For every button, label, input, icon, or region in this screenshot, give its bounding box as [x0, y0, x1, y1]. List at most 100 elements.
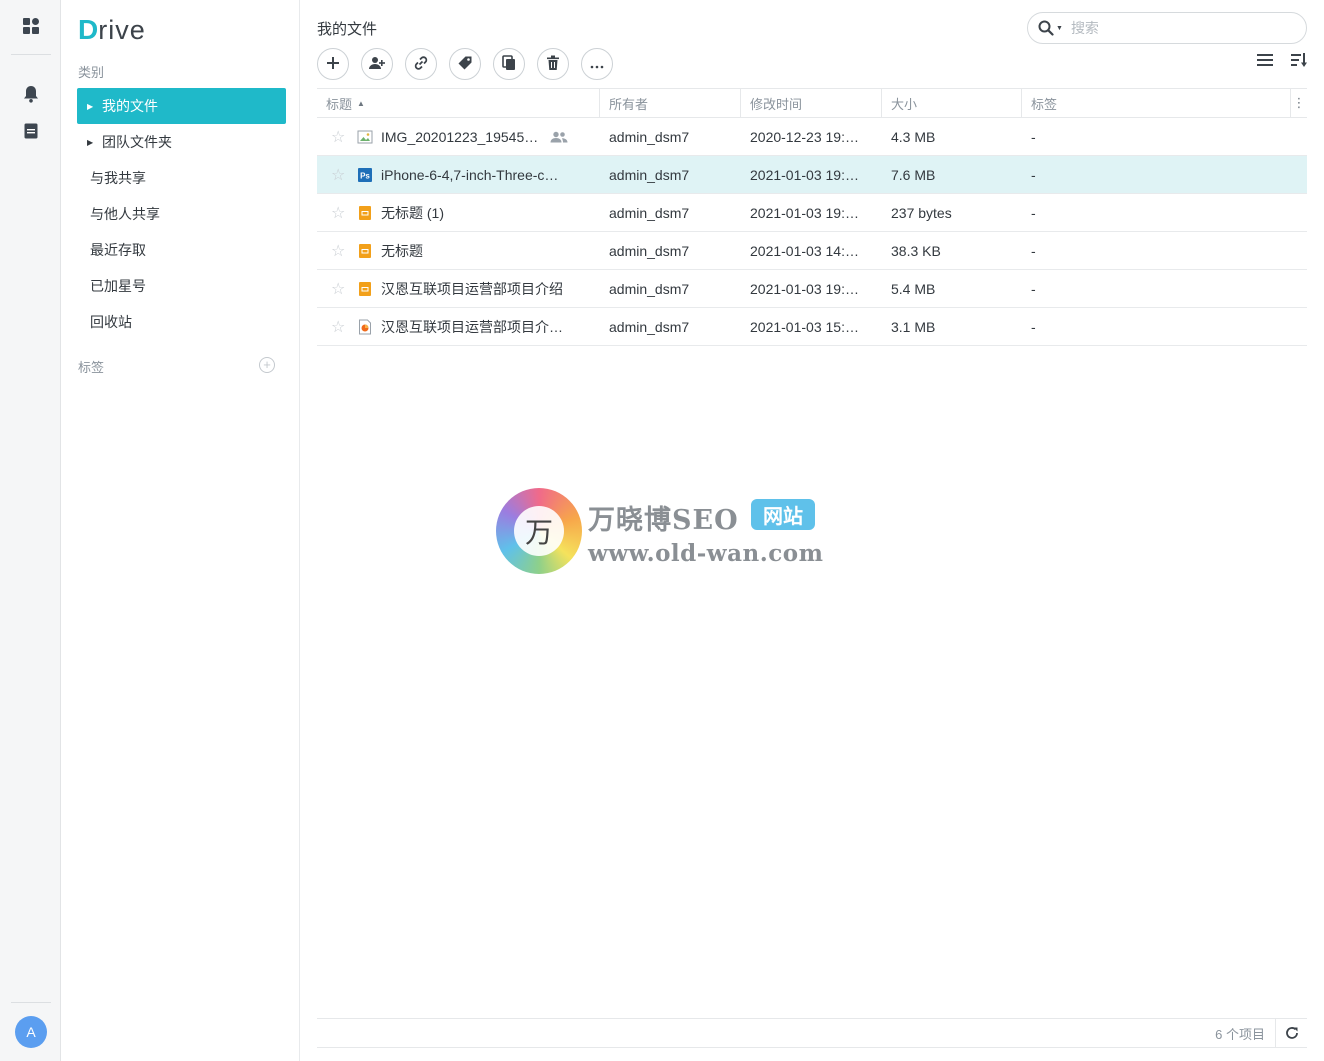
avatar[interactable]: A [15, 1016, 47, 1048]
sidebar-item-recent[interactable]: 最近存取 [77, 232, 286, 268]
search-box[interactable]: ▼ [1027, 12, 1307, 44]
modified-cell: 2021-01-03 19:… [741, 270, 882, 307]
table-row[interactable]: ☆ 汉恩互联项目运营部项目介… admin_dsm7 2021-01-03 15… [317, 308, 1307, 346]
file-name: 汉恩互联项目运营部项目介… [381, 318, 563, 335]
add-button[interactable] [317, 48, 349, 80]
title-cell: ☆ IMG_20201223_19545… [317, 118, 600, 155]
slides-file-icon [357, 243, 373, 259]
view-controls [1256, 52, 1308, 71]
column-label: 修改时间 [750, 96, 803, 112]
copy-icon [502, 54, 516, 74]
chevron-down-icon[interactable]: ▼ [1056, 25, 1063, 32]
sidebar-item-starred[interactable]: 已加星号 [77, 268, 286, 304]
column-header-modified[interactable]: 修改时间 [741, 89, 882, 117]
sidebar: Drive 类别 ▶ 我的文件 ▶ 团队文件夹 与我共享 与他人共享 最近存取 … [62, 0, 300, 1061]
rail-divider [11, 54, 51, 55]
sidebar-item-label: 与我共享 [90, 170, 146, 186]
slides-file-icon [357, 281, 373, 297]
owner-cell: admin_dsm7 [609, 166, 690, 183]
delete-icon [546, 55, 560, 74]
size-cell: 38.3 KB [891, 242, 941, 259]
delete-button[interactable] [537, 48, 569, 80]
status-bar: 6 个项目 [317, 1018, 1307, 1048]
file-name: 无标题 (1) [381, 204, 444, 221]
table-row[interactable]: ☆ IMG_20201223_19545… admin_dsm7 2020-12… [317, 118, 1307, 156]
table-row[interactable]: ☆ 无标题 admin_dsm7 2021-01-03 14:… 38.3 KB… [317, 232, 1307, 270]
watermark: 万 万晓博SEO 网站 www.old-wan.com [496, 488, 836, 578]
sort-icon[interactable] [1290, 52, 1308, 71]
sidebar-item-label: 最近存取 [90, 242, 146, 258]
share-button[interactable] [361, 48, 393, 80]
item-count: 6 个项目 [1215, 1026, 1265, 1042]
column-header-title[interactable]: 标题 ▲ [317, 89, 600, 117]
owner-cell: admin_dsm7 [609, 204, 690, 221]
more-button[interactable] [581, 48, 613, 80]
toolbar [317, 48, 613, 80]
sidebar-item-team-folders[interactable]: ▶ 团队文件夹 [77, 124, 286, 160]
table-row[interactable]: ☆ 汉恩互联项目运营部项目介绍 admin_dsm7 2021-01-03 19… [317, 270, 1307, 308]
watermark-badge: 网站 [751, 499, 815, 530]
tag-button[interactable] [449, 48, 481, 80]
sidebar-item-shared-with-others[interactable]: 与他人共享 [77, 196, 286, 232]
modified-text: 2021-01-03 19:… [750, 204, 859, 221]
category-label: 类别 [78, 65, 105, 80]
column-options-icon[interactable]: ⋮ [1291, 89, 1307, 117]
link-icon [413, 55, 429, 74]
watermark-glyph: 万 [514, 506, 564, 556]
refresh-icon[interactable] [1275, 1019, 1307, 1047]
owner-cell: admin_dsm7 [609, 242, 690, 259]
modified-text: 2021-01-03 14:… [750, 242, 859, 259]
title-cell: ☆ 汉恩互联项目运营部项目介… [317, 308, 600, 345]
star-icon[interactable]: ☆ [331, 165, 347, 185]
column-label: 大小 [891, 96, 918, 112]
tags-cell: - [1031, 204, 1036, 221]
file-name: IMG_20201223_19545… [381, 128, 539, 145]
powerpoint-file-icon [357, 319, 373, 335]
tags-cell: - [1031, 128, 1036, 145]
sidebar-item-shared-with-me[interactable]: 与我共享 [77, 160, 286, 196]
slides-file-icon [357, 205, 373, 221]
column-header-tags[interactable]: 标签 [1022, 89, 1291, 117]
search-input[interactable] [1070, 20, 1251, 36]
sidebar-item-label: 我的文件 [102, 98, 158, 114]
list-view-icon[interactable] [1256, 52, 1274, 71]
svg-text:Ps: Ps [360, 171, 370, 180]
star-icon[interactable]: ☆ [331, 241, 347, 261]
rail-divider [11, 1002, 51, 1003]
size-cell: 237 bytes [891, 204, 952, 221]
document-icon[interactable] [0, 119, 61, 143]
size-cell: 5.4 MB [891, 280, 936, 297]
tags-cell: - [1031, 318, 1036, 335]
star-icon[interactable]: ☆ [331, 127, 347, 147]
watermark-title: 万晓博SEO [588, 505, 739, 536]
star-icon[interactable]: ☆ [331, 279, 347, 299]
dashboard-icon[interactable] [0, 14, 61, 38]
more-icon [590, 56, 604, 72]
sidebar-item-recycle-bin[interactable]: 回收站 [77, 304, 286, 340]
table-row[interactable]: ☆ Ps iPhone-6-4,7-inch-Three-c… admin_ds… [317, 156, 1307, 194]
tags-cell: - [1031, 166, 1036, 183]
column-header-size[interactable]: 大小 [882, 89, 1022, 117]
sidebar-item-label: 已加星号 [90, 278, 146, 294]
search-icon[interactable] [1038, 20, 1054, 36]
size-cell: 4.3 MB [891, 128, 936, 145]
star-icon[interactable]: ☆ [331, 203, 347, 223]
column-header-owner[interactable]: 所有者 [600, 89, 741, 117]
modified-text: 2021-01-03 19:… [750, 280, 859, 297]
bell-icon[interactable] [0, 82, 61, 106]
caret-right-icon[interactable]: ▶ [87, 138, 97, 147]
caret-right-icon[interactable]: ▶ [87, 102, 97, 111]
logo-initial: D [78, 14, 99, 45]
sidebar-item-my-files[interactable]: ▶ 我的文件 [77, 88, 286, 124]
add-icon [326, 56, 340, 73]
table-row[interactable]: ☆ 无标题 (1) admin_dsm7 2021-01-03 19:… 237… [317, 194, 1307, 232]
copy-button[interactable] [493, 48, 525, 80]
file-name: iPhone-6-4,7-inch-Three-c… [381, 166, 559, 183]
page-title: 我的文件 [317, 21, 378, 38]
modified-cell: 2021-01-03 19:… [741, 156, 882, 193]
owner-cell: admin_dsm7 [609, 318, 690, 335]
app-rail: A [0, 0, 61, 1061]
star-icon[interactable]: ☆ [331, 317, 347, 337]
link-button[interactable] [405, 48, 437, 80]
add-tag-icon[interactable]: + [259, 357, 275, 373]
